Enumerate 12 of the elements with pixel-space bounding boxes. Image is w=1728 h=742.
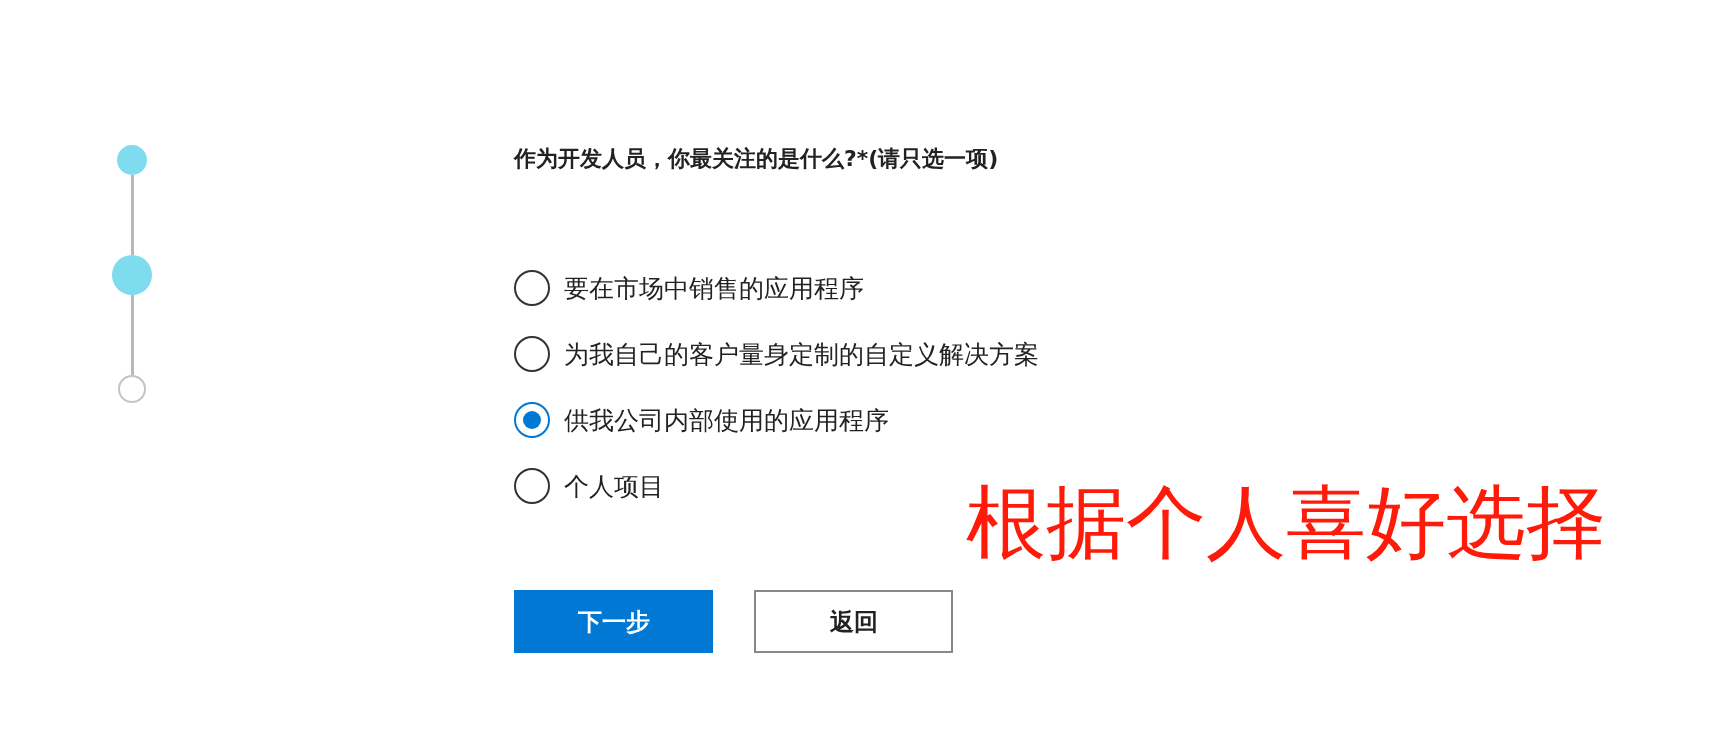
radio-button[interactable] — [514, 336, 550, 372]
option-label: 要在市场中销售的应用程序 — [564, 272, 864, 305]
question-text: 作为开发人员，你最关注的是什么?*(请只选一项) — [514, 145, 1000, 173]
radio-button[interactable] — [514, 270, 550, 306]
radio-button[interactable] — [514, 402, 550, 438]
radio-button[interactable] — [514, 468, 550, 504]
option-label: 个人项目 — [564, 470, 664, 503]
annotation-text: 根据个人喜好选择 — [966, 475, 1606, 571]
next-button[interactable]: 下一步 — [514, 590, 713, 653]
back-button[interactable]: 返回 — [754, 590, 953, 653]
option-label: 供我公司内部使用的应用程序 — [564, 404, 889, 437]
option-label: 为我自己的客户量身定制的自定义解决方案 — [564, 338, 1039, 371]
